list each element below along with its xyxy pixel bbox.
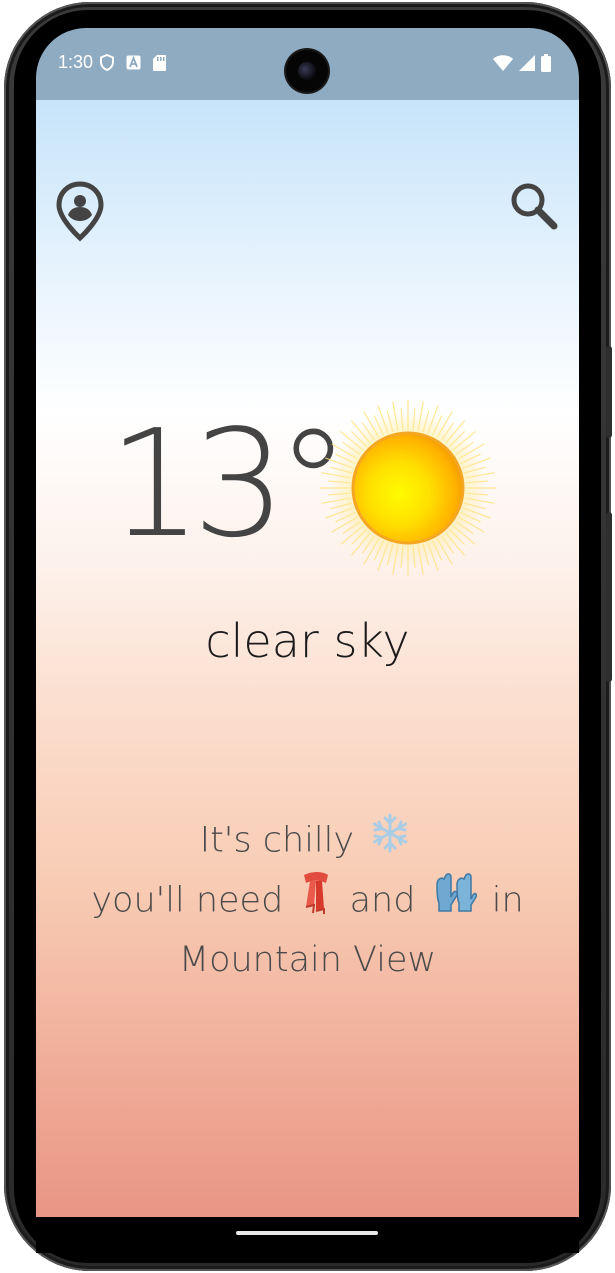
wifi-icon bbox=[493, 55, 513, 75]
shield-icon bbox=[100, 53, 114, 75]
sd-card-icon bbox=[153, 54, 166, 75]
status-icons-left bbox=[100, 53, 166, 75]
snowflake-icon bbox=[369, 812, 411, 871]
battery-icon bbox=[541, 54, 551, 76]
status-time: 1:30 bbox=[58, 52, 94, 72]
advice-text: It's chilly bbox=[199, 820, 355, 861]
home-indicator[interactable] bbox=[236, 1231, 378, 1235]
power-button bbox=[606, 512, 612, 682]
location-pin-icon[interactable] bbox=[54, 180, 106, 242]
clothing-advice: It's chilly you'll need and in Mountain … bbox=[36, 812, 579, 988]
sun-icon bbox=[318, 398, 498, 578]
phone-device: 1:30 13° clear sky It's chilly you'll ne… bbox=[0, 0, 615, 1273]
a-badge-icon bbox=[126, 55, 141, 74]
gloves-icon bbox=[431, 871, 477, 932]
advice-line-1: It's chilly bbox=[36, 812, 579, 871]
status-icons-right bbox=[493, 54, 551, 76]
weather-app: 13° clear sky It's chilly you'll need an… bbox=[36, 100, 579, 1217]
signal-icon bbox=[519, 55, 535, 75]
advice-text: and bbox=[349, 880, 416, 921]
scarf-icon bbox=[298, 871, 334, 932]
advice-text: in bbox=[491, 880, 524, 921]
search-icon[interactable] bbox=[508, 180, 560, 232]
status-bar: 1:30 bbox=[36, 28, 579, 100]
advice-line-3: Mountain View bbox=[178, 940, 437, 980]
front-camera bbox=[286, 50, 328, 92]
advice-line-2: you'll need and in bbox=[36, 871, 579, 932]
screen: 1:30 13° clear sky It's chilly you'll ne… bbox=[36, 28, 579, 1217]
weather-condition: clear sky bbox=[205, 614, 410, 668]
navigation-bar bbox=[36, 1217, 579, 1253]
temperature-value: 13° bbox=[108, 398, 350, 570]
volume-button bbox=[606, 346, 612, 438]
advice-text: you'll need bbox=[91, 880, 284, 921]
